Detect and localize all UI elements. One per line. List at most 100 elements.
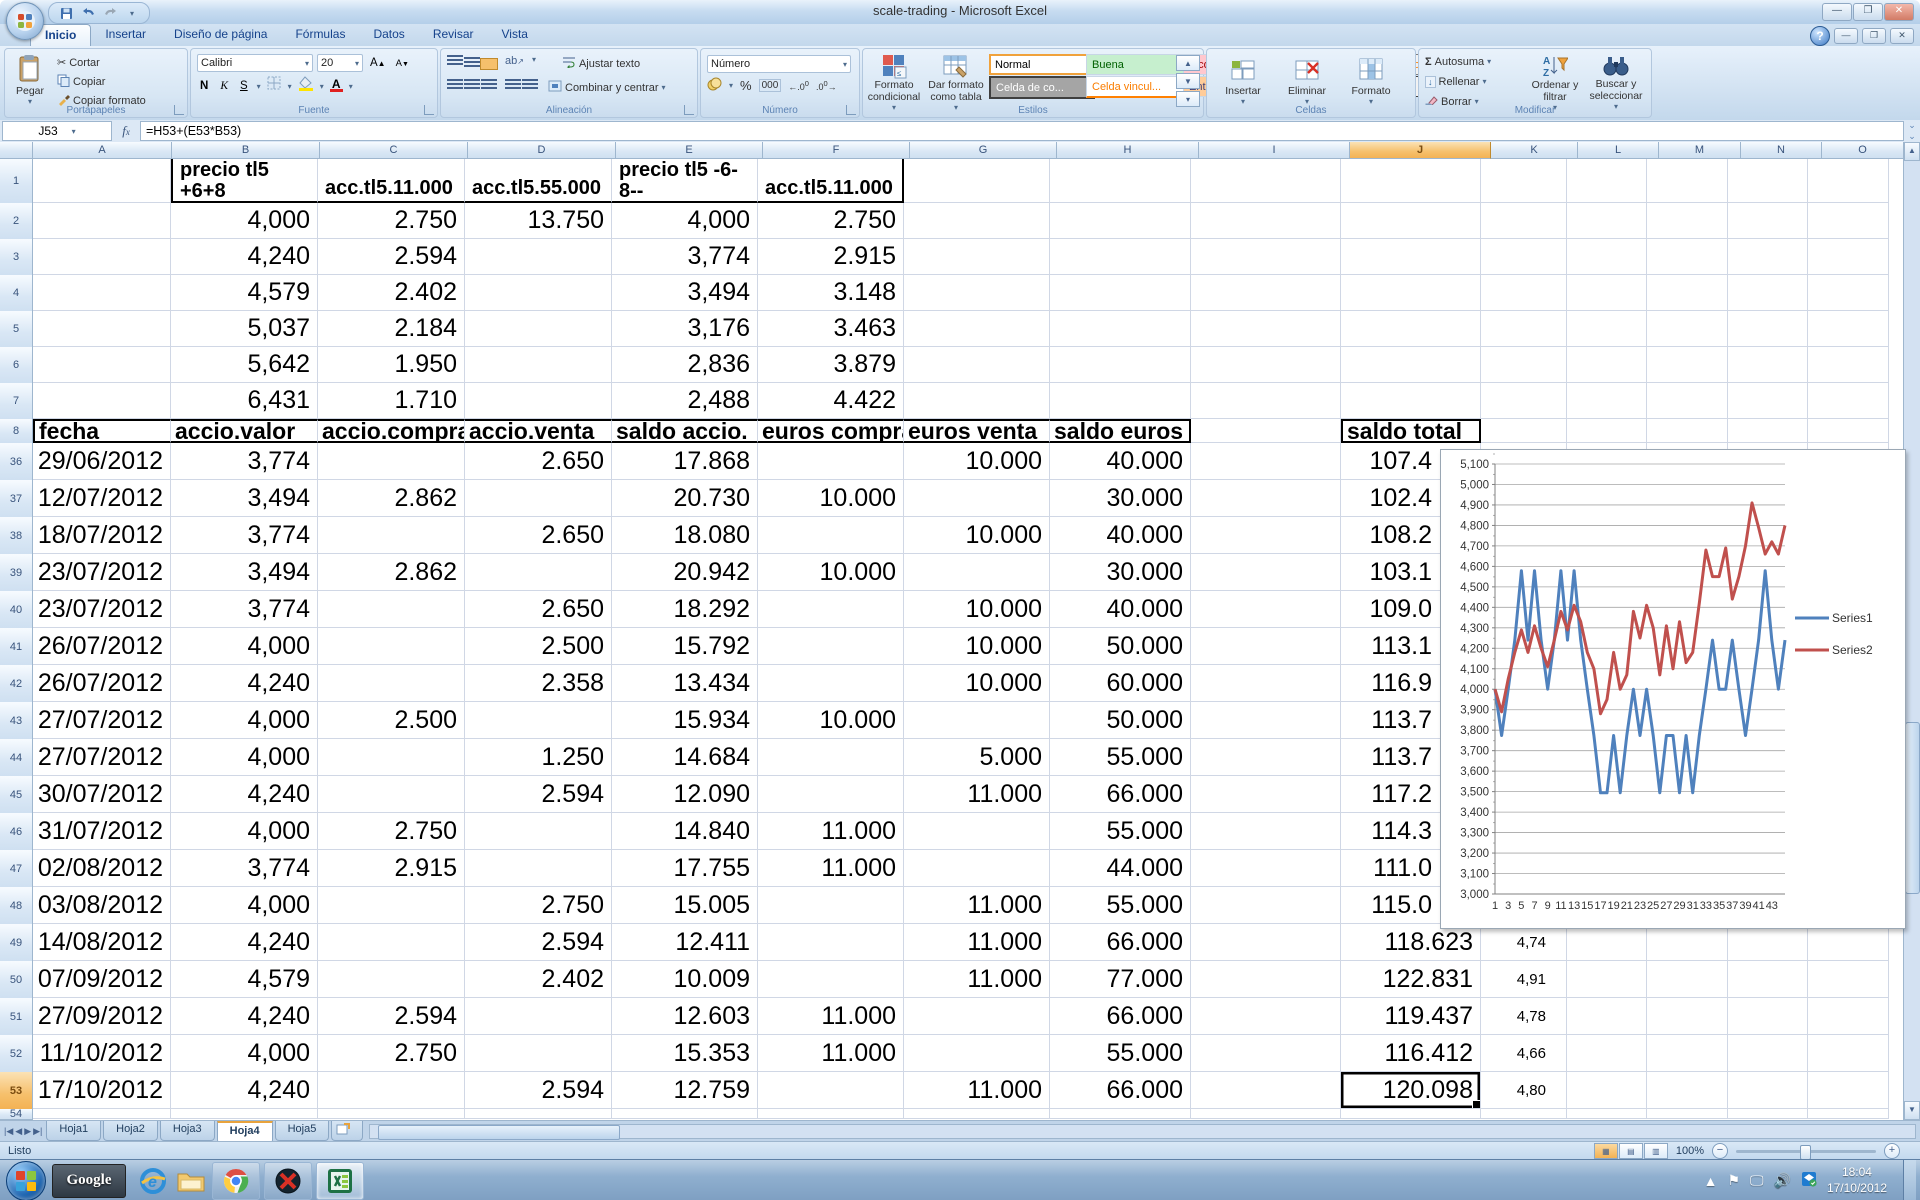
cell-F48[interactable] [758,887,904,924]
cell-E45[interactable]: 12.090 [612,776,758,813]
cell-C52[interactable]: 2.750 [318,1035,465,1072]
cell-E40[interactable]: 18.292 [612,591,758,628]
cell-F43[interactable]: 10.000 [758,702,904,739]
cell-C42[interactable] [318,665,465,702]
cell-E8[interactable]: saldo accio. [612,419,758,443]
cell-L1[interactable] [1567,159,1647,203]
cell-E53[interactable]: 12.759 [612,1072,758,1109]
cell-C8[interactable]: accio.compra [318,419,465,443]
insert-function-icon[interactable]: fx [112,123,140,139]
cell-M53[interactable] [1647,1072,1728,1109]
excel-taskbar-button[interactable] [316,1162,364,1200]
percent-style-button[interactable]: % [740,78,752,93]
cell-I52[interactable] [1191,1035,1341,1072]
cell-L6[interactable] [1567,347,1647,383]
cell-C6[interactable]: 1.950 [318,347,465,383]
cell-N5[interactable] [1728,311,1808,347]
cell-G51[interactable] [904,998,1050,1035]
cell-I3[interactable] [1191,239,1341,275]
name-box[interactable]: J53▾ [2,121,112,141]
row-header-39[interactable]: 39 [0,554,33,592]
cell-I46[interactable] [1191,813,1341,850]
cell-D51[interactable] [465,998,612,1035]
cell-F50[interactable] [758,961,904,998]
cell-G48[interactable]: 11.000 [904,887,1050,924]
cell-G38[interactable]: 10.000 [904,517,1050,554]
prev-sheet-button[interactable]: ◀ [15,1126,22,1137]
cell-A52[interactable]: 11/10/2012 [33,1035,171,1072]
cell-I8[interactable] [1191,419,1341,443]
grow-font-button[interactable]: A▲ [367,56,389,70]
cell-F38[interactable] [758,517,904,554]
cell-A2[interactable] [33,203,171,239]
cell-N8[interactable] [1728,419,1808,443]
cell-I37[interactable] [1191,480,1341,517]
clock[interactable]: 18:04 17/10/2012 [1827,1165,1893,1196]
cell-J6[interactable] [1341,347,1481,383]
cell-M51[interactable] [1647,998,1728,1035]
cell-G54[interactable] [904,1109,1050,1119]
cell-J51[interactable]: 119.437 [1341,998,1481,1035]
volume-icon[interactable]: 🔊 [1774,1172,1791,1189]
cell-I44[interactable] [1191,739,1341,776]
cell-B48[interactable]: 4,000 [171,887,318,924]
cell-K8[interactable] [1481,419,1567,443]
cell-A6[interactable] [33,347,171,383]
cell-H50[interactable]: 77.000 [1050,961,1191,998]
cell-M3[interactable] [1647,239,1728,275]
cell-I2[interactable] [1191,203,1341,239]
cell-O52[interactable] [1808,1035,1889,1072]
cell-B50[interactable]: 4,579 [171,961,318,998]
cell-D42[interactable]: 2.358 [465,665,612,702]
styles-gallery-up-button[interactable]: ▲ [1176,55,1200,71]
row-header-1[interactable]: 1 [0,159,33,204]
row-header-51[interactable]: 51 [0,998,33,1036]
cell-B3[interactable]: 4,240 [171,239,318,275]
cell-E36[interactable]: 17.868 [612,443,758,480]
cell-I4[interactable] [1191,275,1341,311]
zoom-slider[interactable] [1736,1150,1876,1153]
row-header-46[interactable]: 46 [0,813,33,851]
cell-E4[interactable]: 3,494 [612,275,758,311]
sheet-tab-hoja2[interactable]: Hoja2 [103,1121,158,1141]
font-name-combo[interactable]: Calibri▾ [197,54,313,72]
borders-button[interactable] [267,76,282,96]
zoom-slider-knob[interactable] [1800,1145,1811,1160]
cell-H7[interactable] [1050,383,1191,419]
cell-N6[interactable] [1728,347,1808,383]
cell-A8[interactable]: fecha [33,419,171,443]
cell-D37[interactable] [465,480,612,517]
cell-H2[interactable] [1050,203,1191,239]
expand-formula-bar-icon[interactable]: ⌄⌄ [1904,120,1920,142]
cell-C36[interactable] [318,443,465,480]
cell-F41[interactable] [758,628,904,665]
workbook-restore-button[interactable]: ❐ [1862,28,1886,44]
cell-B47[interactable]: 3,774 [171,850,318,887]
dropbox-icon[interactable] [1801,1171,1817,1190]
paste-button[interactable]: Pegar▾ [7,53,53,111]
action-center-flag-icon[interactable]: ⚑ [1727,1172,1740,1189]
cell-D5[interactable] [465,311,612,347]
cell-M6[interactable] [1647,347,1728,383]
cell-E51[interactable]: 12.603 [612,998,758,1035]
cell-A1[interactable] [33,159,171,203]
row-header-5[interactable]: 5 [0,311,33,348]
normal-view-button[interactable]: ▦ [1594,1143,1618,1159]
cell-E52[interactable]: 15.353 [612,1035,758,1072]
cell-D2[interactable]: 13.750 [465,203,612,239]
cell-G37[interactable] [904,480,1050,517]
zoom-level[interactable]: 100% [1676,1145,1704,1157]
cell-I43[interactable] [1191,702,1341,739]
row-header-2[interactable]: 2 [0,203,33,240]
cell-C39[interactable]: 2.862 [318,554,465,591]
cell-J4[interactable] [1341,275,1481,311]
cell-J2[interactable] [1341,203,1481,239]
cell-G44[interactable]: 5.000 [904,739,1050,776]
styles-gallery-down-button[interactable]: ▼ [1176,73,1200,89]
cell-H54[interactable] [1050,1109,1191,1119]
cell-J3[interactable] [1341,239,1481,275]
cell-G1[interactable] [904,159,1050,203]
cell-G49[interactable]: 11.000 [904,924,1050,961]
cell-I45[interactable] [1191,776,1341,813]
cell-J52[interactable]: 116.412 [1341,1035,1481,1072]
